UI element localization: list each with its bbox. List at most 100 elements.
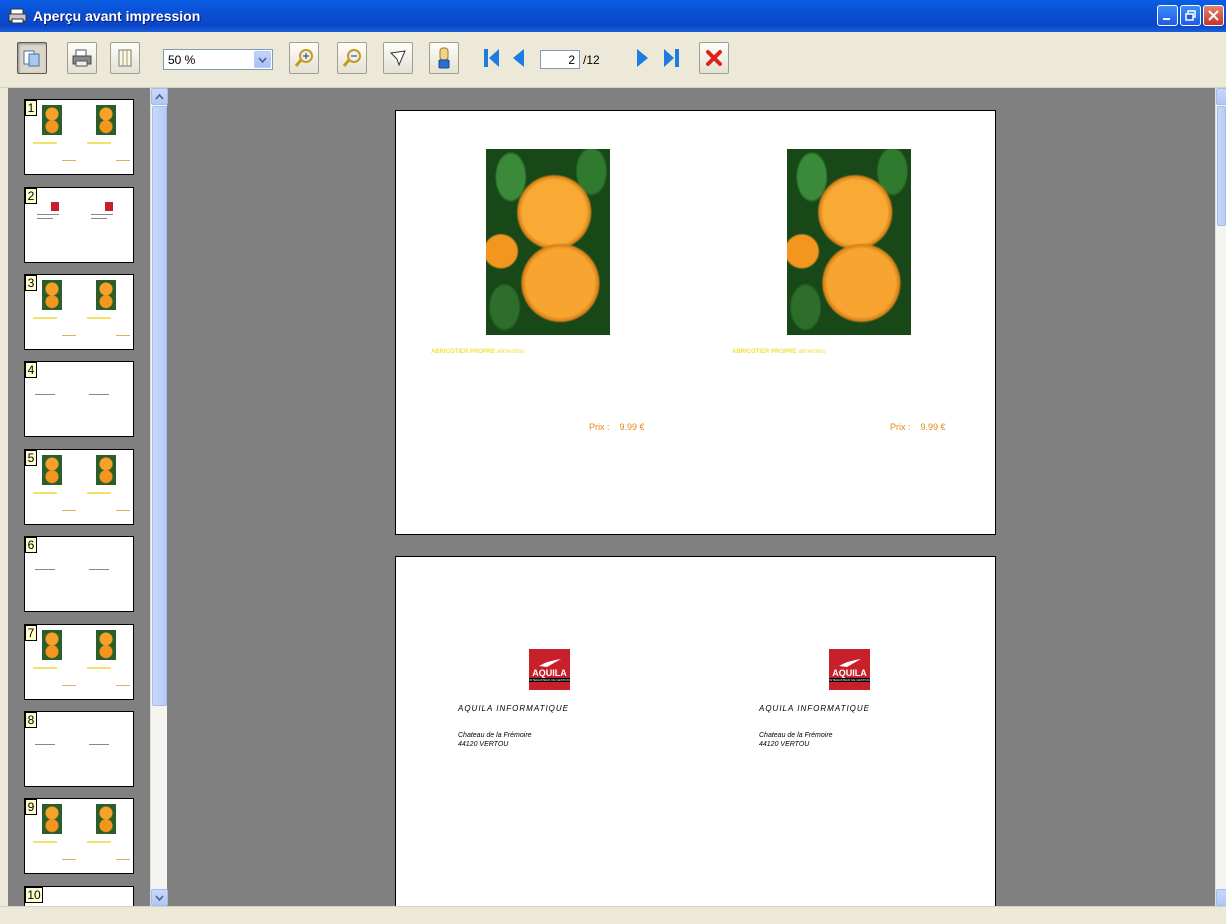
hand-tool-button[interactable] xyxy=(429,42,459,74)
orange-image xyxy=(787,149,911,335)
text-line xyxy=(37,218,53,219)
bird-icon xyxy=(538,658,561,667)
minimize-button[interactable] xyxy=(1157,5,1178,26)
close-preview-button[interactable] xyxy=(699,42,729,74)
cursor-icon xyxy=(389,50,406,67)
thumbnails-toggle-button[interactable] xyxy=(17,42,47,74)
zoom-value: 50 % xyxy=(168,53,196,67)
price-line xyxy=(62,685,76,686)
close-icon xyxy=(1208,10,1219,21)
previous-page-button[interactable] xyxy=(505,45,531,71)
thumbnail-number: 6 xyxy=(25,537,37,553)
thumbnail-number: 5 xyxy=(25,450,37,466)
close-button[interactable] xyxy=(1203,5,1224,26)
scroll-up-button[interactable] xyxy=(151,88,168,105)
text-line xyxy=(89,744,109,745)
aquila-logo: AQUILA INTÉGRATEUR DE GESTION xyxy=(829,649,870,690)
orange-image xyxy=(96,105,116,135)
thumbnail-page-8[interactable]: 8 xyxy=(24,711,134,787)
thumbnail-number: 1 xyxy=(25,100,37,116)
label-line xyxy=(33,667,57,669)
price-line xyxy=(62,859,76,860)
price-line xyxy=(116,685,130,686)
price-line xyxy=(62,510,76,511)
scroll-down-button[interactable] xyxy=(151,889,168,906)
scroll-down-button[interactable] xyxy=(1216,889,1226,906)
thumbnail-page-9[interactable]: 9 xyxy=(24,798,134,874)
text-line xyxy=(35,744,55,745)
preview-scrollbar[interactable] xyxy=(1215,88,1226,906)
pages-icon xyxy=(23,50,40,67)
toolbar: 50 % 2 /12 xyxy=(0,32,1226,88)
price-line xyxy=(116,160,130,161)
orange-image xyxy=(42,630,62,660)
label-line xyxy=(33,317,57,319)
zoom-out-button[interactable] xyxy=(337,42,367,74)
orange-image xyxy=(96,630,116,660)
thumbnail-number: 10 xyxy=(25,887,43,903)
orange-image xyxy=(96,804,116,834)
thumbnail-number: 3 xyxy=(25,275,37,291)
red-x-icon xyxy=(706,50,722,66)
thumbnail-page-4[interactable]: 4 xyxy=(24,361,134,437)
thumbnail-page-3[interactable]: 3 xyxy=(24,274,134,350)
columns-icon xyxy=(118,49,132,67)
company-name: AQUILA INFORMATIQUE xyxy=(759,704,871,713)
text-line xyxy=(91,214,113,215)
orange-image xyxy=(42,804,62,834)
label-line xyxy=(87,667,111,669)
orange-image xyxy=(42,105,62,135)
page-setup-button[interactable] xyxy=(110,42,140,74)
price-line xyxy=(62,160,76,161)
page-total: /12 xyxy=(583,53,600,67)
label-line xyxy=(33,142,57,144)
orange-image xyxy=(96,455,116,485)
last-page-button[interactable] xyxy=(659,45,685,71)
first-page-icon xyxy=(484,49,499,67)
thumbnail-page-7[interactable]: 7 xyxy=(24,624,134,700)
chevron-up-icon xyxy=(155,93,164,100)
printer-icon xyxy=(72,49,92,67)
zoom-in-button[interactable] xyxy=(289,42,319,74)
thumbnail-page-5[interactable]: 5 xyxy=(24,449,134,525)
price-line xyxy=(116,510,130,511)
text-line xyxy=(89,569,109,570)
select-tool-button[interactable] xyxy=(383,42,413,74)
orange-image xyxy=(96,280,116,310)
orange-image xyxy=(42,280,62,310)
address-block: Chateau de la Frémoire 44120 VERTOU xyxy=(458,732,532,748)
price-line xyxy=(62,335,76,336)
thumbnail-page-6[interactable]: 6 xyxy=(24,536,134,612)
scroll-up-button[interactable] xyxy=(1216,88,1226,105)
orange-image xyxy=(42,455,62,485)
previous-icon xyxy=(513,49,524,67)
print-button[interactable] xyxy=(67,42,97,74)
label-line xyxy=(87,142,111,144)
status-bar xyxy=(0,906,1226,924)
thumbnail-scrollbar[interactable] xyxy=(150,88,168,906)
scroll-thumb[interactable] xyxy=(152,106,167,706)
address-block: Chateau de la Frémoire 44120 VERTOU xyxy=(759,732,833,748)
label-line xyxy=(87,317,111,319)
zoom-select[interactable]: 50 % xyxy=(163,49,273,70)
page-number-input[interactable]: 2 xyxy=(540,50,580,69)
restore-icon xyxy=(1185,10,1196,21)
thumbnail-page-2[interactable]: 2 xyxy=(24,187,134,263)
first-page-button[interactable] xyxy=(478,45,504,71)
orange-image xyxy=(486,149,610,335)
text-line xyxy=(91,218,107,219)
product-label: ABRICOTIER PROPRE aliment/ou xyxy=(732,349,826,355)
text-line xyxy=(37,214,59,215)
aquila-logo xyxy=(105,202,113,211)
next-page-button[interactable] xyxy=(630,45,656,71)
preview-area[interactable]: ABRICOTIER PROPRE aliment/ou ABRICOTIER … xyxy=(175,88,1215,906)
scroll-thumb[interactable] xyxy=(1217,106,1226,226)
label-line xyxy=(87,841,111,843)
thumbnail-page-10[interactable]: 10 xyxy=(24,886,134,906)
thumbnail-number: 7 xyxy=(25,625,37,641)
minimize-icon xyxy=(1163,18,1170,20)
thumbnail-page-1[interactable]: 1 xyxy=(24,99,134,175)
restore-button[interactable] xyxy=(1180,5,1201,26)
chevron-down-icon[interactable] xyxy=(254,51,271,68)
next-icon xyxy=(637,49,648,67)
